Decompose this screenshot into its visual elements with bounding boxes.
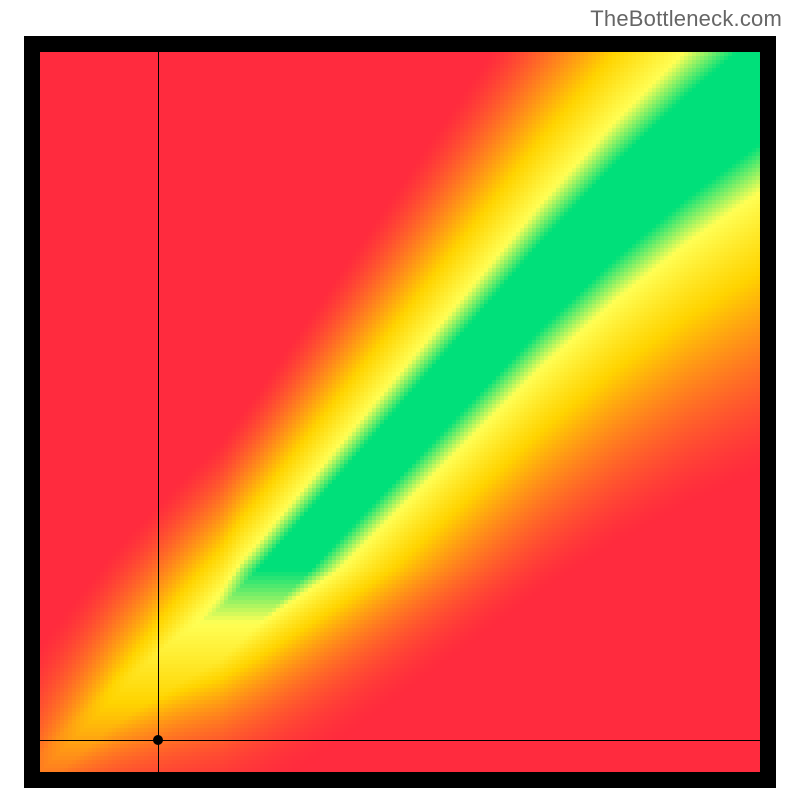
crosshair-vertical	[158, 52, 159, 772]
watermark-text: TheBottleneck.com	[590, 6, 782, 32]
plot-frame	[24, 36, 776, 788]
plot-area	[40, 52, 760, 772]
crosshair-horizontal	[40, 740, 760, 741]
marker-dot	[153, 735, 163, 745]
heatmap-canvas	[40, 52, 760, 772]
chart-stage: TheBottleneck.com	[0, 0, 800, 800]
